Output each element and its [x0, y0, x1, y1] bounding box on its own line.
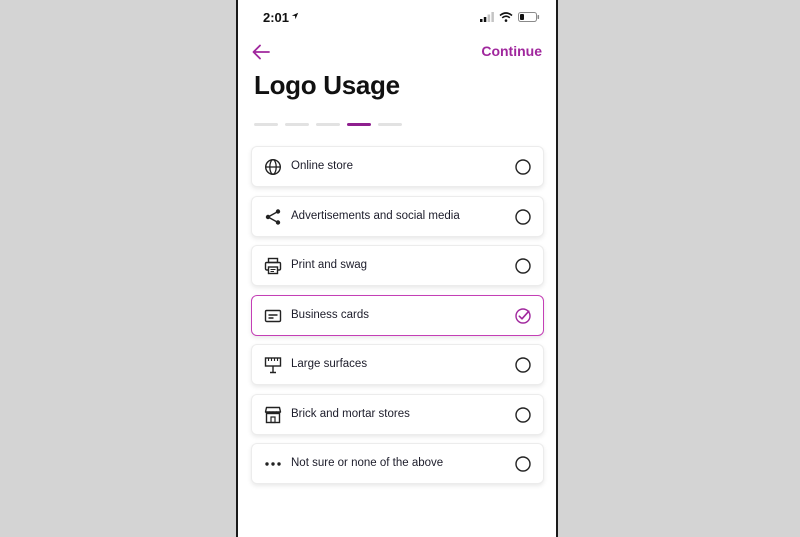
radio-unchecked-icon[interactable]	[515, 159, 531, 175]
progress-indicator	[254, 123, 402, 126]
option-label: Advertisements and social media	[291, 209, 460, 222]
page-title: Logo Usage	[254, 70, 400, 100]
top-nav: Continue	[238, 40, 556, 64]
globe-icon	[264, 158, 282, 176]
option-label: Not sure or none of the above	[291, 457, 444, 469]
radio-unchecked-icon[interactable]	[515, 258, 531, 274]
business-card-icon	[264, 309, 282, 322]
option-label: Print and swag	[291, 259, 368, 271]
storefront-icon	[264, 406, 282, 423]
more-dots-icon	[265, 462, 281, 466]
option-label: Large surfaces	[291, 358, 368, 370]
status-time: 2:01	[263, 10, 290, 25]
option-label: Online store	[291, 160, 354, 172]
printer-icon	[264, 257, 282, 275]
battery-icon	[518, 12, 540, 22]
option-label: Brick and mortar stores	[291, 407, 410, 420]
progress-step	[254, 123, 278, 126]
option-online-store[interactable]: Online store	[251, 146, 544, 187]
radio-unchecked-icon[interactable]	[515, 406, 531, 423]
radio-checked-icon[interactable]	[515, 307, 531, 324]
option-not-sure[interactable]: Not sure or none of the above	[251, 443, 544, 484]
phone-frame: 2:01 Continue Logo Usage Online store Ad…	[236, 0, 558, 537]
progress-step	[285, 123, 309, 126]
back-arrow-icon[interactable]	[250, 42, 272, 62]
radio-unchecked-icon[interactable]	[515, 208, 531, 225]
option-label: Business cards	[291, 308, 369, 321]
progress-step	[316, 123, 340, 126]
continue-button[interactable]: Continue	[481, 43, 542, 59]
status-icons	[480, 12, 540, 22]
radio-unchecked-icon[interactable]	[515, 357, 531, 373]
option-business-cards[interactable]: Business cards	[251, 294, 544, 336]
share-icon	[265, 208, 281, 225]
location-arrow-icon	[291, 12, 299, 20]
progress-step-current	[347, 123, 371, 126]
option-print-and-swag[interactable]: Print and swag	[251, 245, 544, 286]
status-bar: 2:01	[238, 0, 556, 36]
option-advertisements-social-media[interactable]: Advertisements and social media	[251, 195, 544, 237]
option-large-surfaces[interactable]: Large surfaces	[251, 344, 544, 385]
usage-options-list: Online store Advertisements and social m…	[251, 146, 544, 493]
radio-unchecked-icon[interactable]	[515, 456, 531, 472]
progress-step	[378, 123, 402, 126]
option-brick-and-mortar-stores[interactable]: Brick and mortar stores	[251, 393, 544, 435]
wifi-icon	[499, 12, 513, 22]
cellular-signal-icon	[480, 12, 494, 22]
billboard-icon	[264, 357, 282, 374]
